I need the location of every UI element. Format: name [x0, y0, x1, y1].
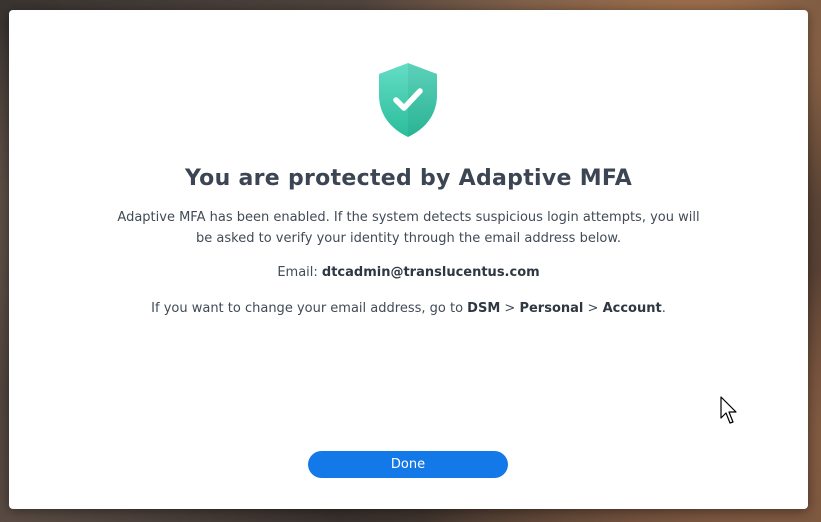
path-personal: Personal — [519, 301, 584, 316]
mouse-pointer-icon — [720, 396, 737, 424]
dialog-title: You are protected by Adaptive MFA — [184, 166, 633, 191]
change-hint-prefix: If you want to change your email address… — [151, 301, 464, 316]
done-button[interactable]: Done — [308, 451, 508, 478]
email-line: Email: dtcadmin@translucentus.com — [9, 265, 808, 280]
path-dsm: DSM — [467, 301, 501, 316]
path-account: Account — [602, 301, 662, 316]
email-label: Email: — [277, 265, 318, 280]
adaptive-mfa-dialog: You are protected by Adaptive MFA Adapti… — [9, 10, 808, 509]
change-hint-suffix: . — [661, 301, 666, 316]
path-separator: > — [587, 301, 599, 316]
path-separator: > — [504, 301, 516, 316]
dialog-description: Adaptive MFA has been enabled. If the sy… — [117, 210, 700, 246]
change-email-hint: If you want to change your email address… — [9, 301, 808, 316]
shield-check-icon — [379, 63, 437, 137]
email-value: dtcadmin@translucentus.com — [321, 265, 540, 280]
